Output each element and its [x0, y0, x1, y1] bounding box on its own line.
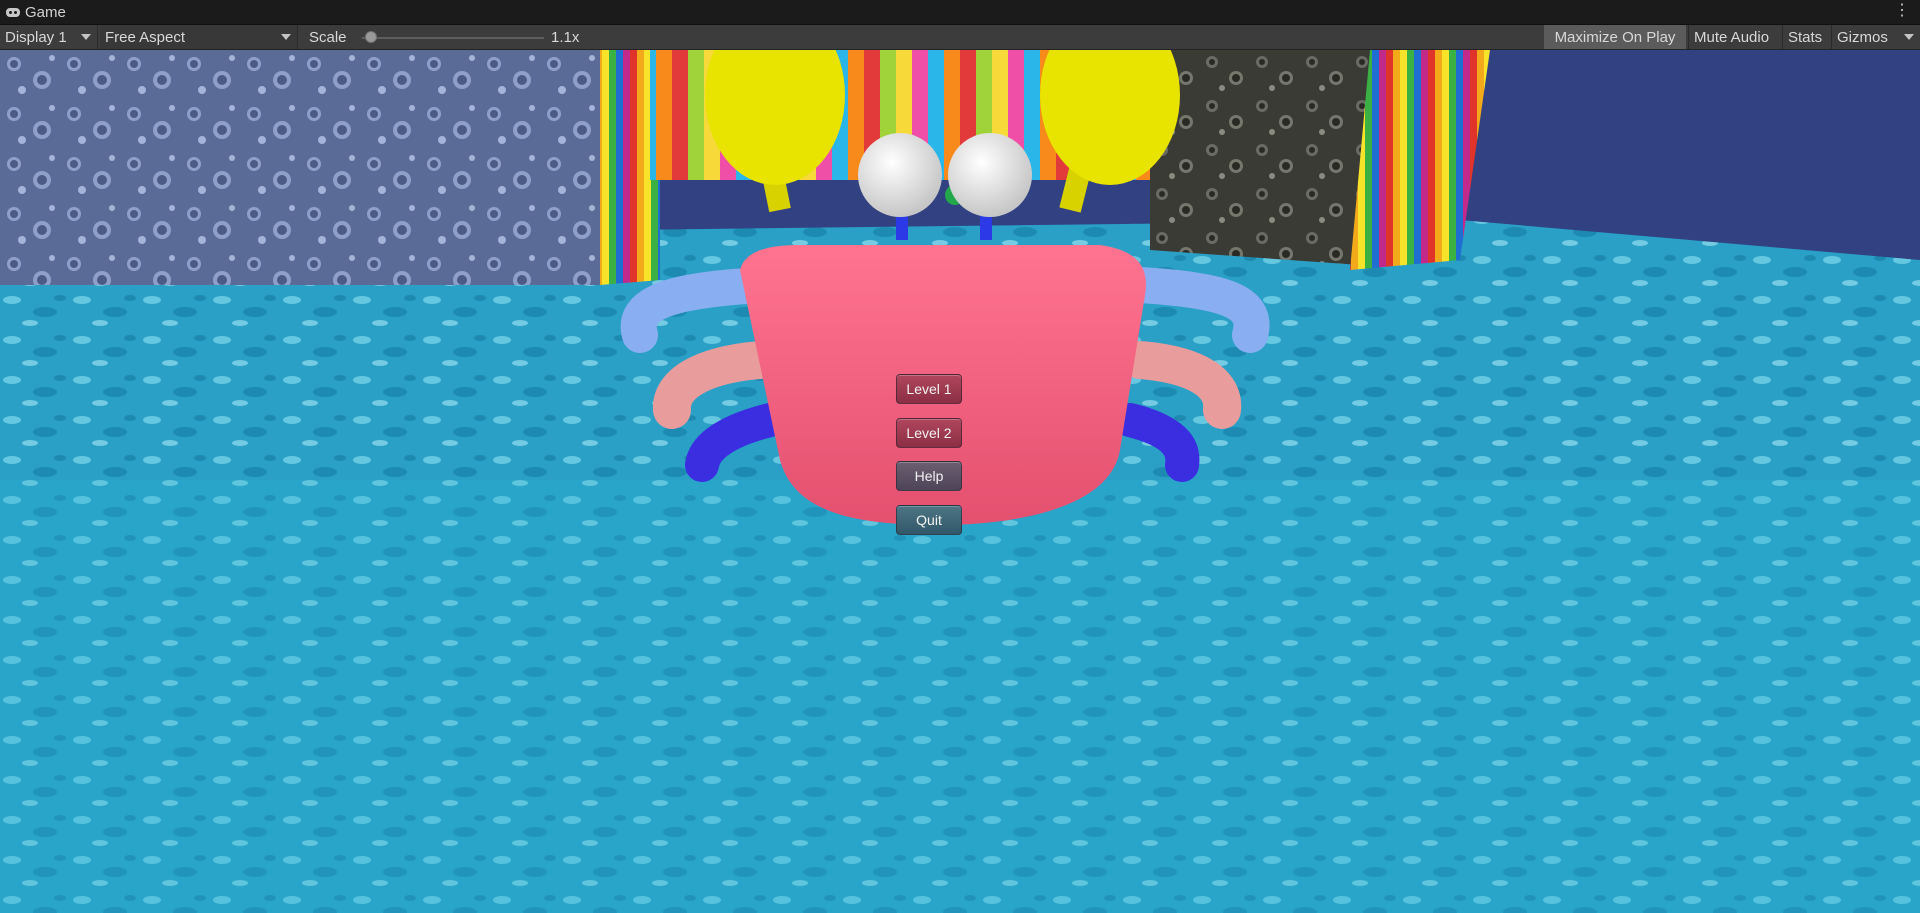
crab-eye-left — [858, 133, 942, 217]
more-options-icon[interactable]: ⋮ — [1894, 3, 1910, 19]
level-1-button[interactable]: Level 1 — [896, 374, 962, 404]
quit-button[interactable]: Quit — [896, 505, 962, 535]
scale-label: Scale — [309, 29, 347, 46]
chevron-down-icon — [81, 34, 91, 40]
gizmos-dropdown[interactable]: Gizmos — [1831, 25, 1920, 49]
crab-eye-right — [948, 133, 1032, 217]
chevron-down-icon — [281, 34, 291, 40]
scale-value: 1.1x — [551, 29, 580, 46]
tab-game-label: Game — [25, 3, 66, 21]
chevron-down-icon — [1904, 34, 1914, 40]
scale-slider-track[interactable] — [362, 37, 544, 39]
maximize-on-play-toggle[interactable]: Maximize On Play — [1544, 25, 1686, 49]
gamepad-icon — [6, 7, 20, 17]
window-title-bar: Game ⋮ — [0, 0, 1920, 25]
help-button[interactable]: Help — [896, 461, 962, 491]
stats-toggle[interactable]: Stats — [1782, 25, 1829, 49]
level-2-button[interactable]: Level 2 — [896, 418, 962, 448]
gizmos-label: Gizmos — [1837, 28, 1888, 46]
game-view-toolbar: Display 1 Free Aspect Scale 1.1x Maximiz… — [0, 25, 1920, 50]
mute-audio-toggle[interactable]: Mute Audio — [1688, 25, 1780, 49]
display-dropdown[interactable]: Display 1 — [0, 25, 98, 49]
aspect-dropdown-label: Free Aspect — [105, 28, 186, 46]
aspect-dropdown[interactable]: Free Aspect — [100, 25, 298, 49]
scale-slider-thumb[interactable] — [365, 31, 377, 43]
game-viewport[interactable]: Level 1 Level 2 Help Quit — [0, 50, 1920, 913]
display-dropdown-label: Display 1 — [5, 28, 67, 46]
tab-game[interactable]: Game — [6, 3, 66, 21]
